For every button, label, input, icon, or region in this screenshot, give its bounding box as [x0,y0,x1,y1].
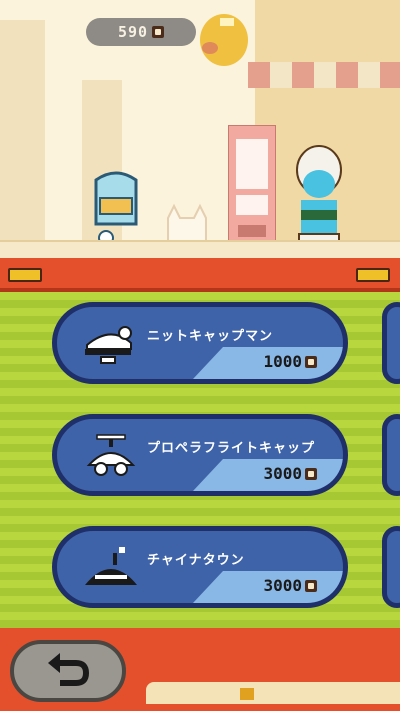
vending-machine [228,125,276,250]
coin-count: 590 [117,23,149,41]
genie-character [296,145,342,251]
shop-awning [248,62,400,88]
banner-tag-left-icon [8,268,42,282]
price-value: 3000 [263,576,302,595]
banner-tag-right-icon [356,268,390,282]
footer-panel [146,682,400,704]
next-column-item[interactable] [382,526,400,608]
item-name: チャイナタウン [147,553,245,568]
price-value: 1000 [263,352,302,371]
back-arrow-icon [48,653,90,686]
background-building [0,20,45,240]
pig-character [200,14,248,66]
knit-cap-icon [85,326,132,364]
shop-item-knit-cap[interactable]: ニットキャップマン 1000 [52,302,348,384]
item-name: ニットキャップマン [147,329,274,344]
ghost-character [94,171,138,246]
item-name: プロペラフライトキャップ [147,441,316,456]
item-price: 3000 [263,576,317,595]
price-value: 3000 [263,464,302,483]
shop-item-china-hat[interactable]: チャイナタウン 3000 [52,526,348,608]
menu-banner [0,258,400,292]
street-scene: 590 [0,0,400,262]
propeller-cap-icon [86,434,136,476]
item-price: 1000 [263,352,317,371]
item-price: 3000 [263,464,317,483]
back-button[interactable] [10,640,126,702]
coin-icon [305,355,317,368]
next-column-item[interactable] [382,302,400,384]
next-column-item[interactable] [382,414,400,496]
china-hat-icon [85,547,137,585]
menu-handle-icon[interactable] [240,688,254,700]
coin-icon [305,579,317,592]
shop-item-propeller-cap[interactable]: プロペラフライトキャップ 3000 [52,414,348,496]
coin-icon [305,467,317,480]
coin-icon [152,26,165,38]
coin-counter: 590 [86,18,196,46]
